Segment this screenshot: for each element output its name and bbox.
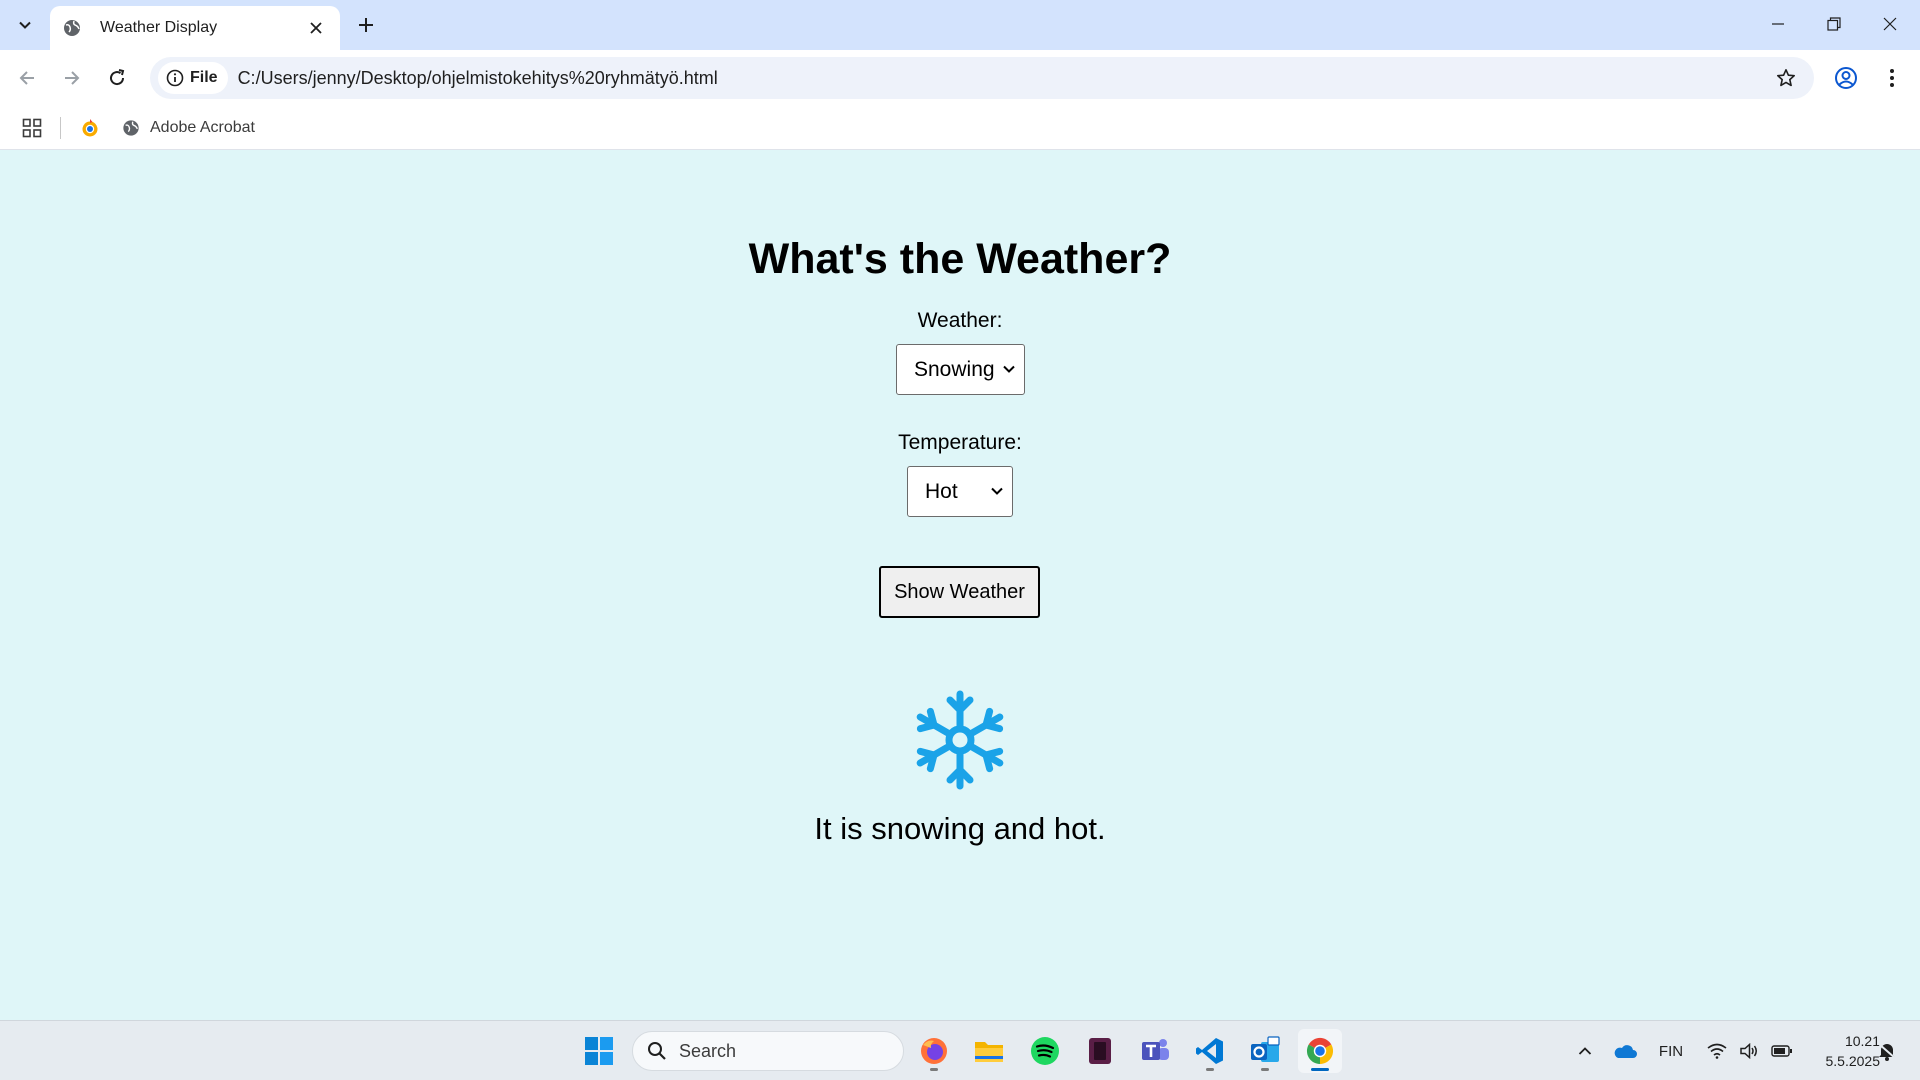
temperature-label: Temperature: — [898, 431, 1022, 454]
chrome-app-icon — [82, 119, 98, 137]
taskbar-vscode[interactable] — [1188, 1029, 1232, 1073]
weather-result-text: It is snowing and hot. — [814, 811, 1106, 846]
reload-button[interactable] — [99, 60, 135, 96]
tab-search-button[interactable] — [8, 8, 42, 42]
more-vertical-icon — [1890, 69, 1894, 87]
spotify-icon — [1031, 1037, 1059, 1065]
taskbar-spotify[interactable] — [1023, 1029, 1067, 1073]
close-tab-icon[interactable] — [304, 16, 328, 40]
app-icon — [1089, 1038, 1111, 1064]
running-indicator — [1261, 1068, 1269, 1071]
site-info-chip[interactable]: File — [158, 62, 228, 94]
bookmark-label: Adobe Acrobat — [150, 119, 255, 136]
bookmarks-divider — [60, 117, 61, 139]
language-indicator[interactable]: FIN — [1655, 1021, 1687, 1080]
forward-button[interactable] — [54, 60, 90, 96]
chevron-down-icon — [1003, 365, 1015, 373]
plus-icon — [359, 18, 373, 32]
windows-taskbar: Search FIN 10.21 5.5.2025 — [0, 1020, 1920, 1080]
start-button[interactable] — [577, 1029, 621, 1073]
account-icon — [1835, 67, 1857, 89]
weather-label: Weather: — [917, 309, 1003, 332]
bookmark-adobe-acrobat[interactable]: Adobe Acrobat — [116, 113, 261, 143]
bookmarks-bar: Adobe Acrobat — [0, 106, 1920, 150]
wifi-icon — [1707, 1043, 1727, 1059]
tab-strip: Weather Display — [0, 0, 1920, 50]
minimize-button[interactable] — [1750, 0, 1806, 48]
search-icon — [648, 1042, 666, 1060]
show-hidden-icons-button[interactable] — [1570, 1021, 1600, 1080]
star-icon — [1777, 69, 1795, 87]
chevron-up-icon — [1578, 1047, 1592, 1055]
tab-weather-display[interactable]: Weather Display — [50, 6, 340, 50]
url-text[interactable]: C:/Users/jenny/Desktop/ohjelmistokehitys… — [238, 68, 1768, 89]
vscode-icon — [1196, 1038, 1223, 1064]
new-tab-button[interactable] — [350, 9, 382, 41]
taskbar-outlook[interactable] — [1243, 1029, 1287, 1073]
quick-settings-button[interactable] — [1700, 1021, 1800, 1080]
running-indicator — [1206, 1068, 1214, 1071]
profile-button[interactable] — [1828, 60, 1864, 96]
chevron-down-icon — [19, 21, 31, 29]
show-weather-button[interactable]: Show Weather — [879, 566, 1040, 618]
restore-icon — [1827, 17, 1841, 31]
taskbar-search-box[interactable]: Search — [632, 1031, 904, 1071]
arrow-right-icon — [65, 71, 80, 85]
clock-time: 10.21 — [1844, 1033, 1880, 1049]
bookmark-star-button[interactable] — [1768, 60, 1804, 96]
browser-toolbar: File C:/Users/jenny/Desktop/ohjelmistoke… — [0, 50, 1920, 106]
clock-date: 5.5.2025 — [1825, 1053, 1881, 1069]
page-title: What's the Weather? — [748, 235, 1172, 283]
firefox-icon — [921, 1038, 947, 1064]
site-info-label: File — [190, 69, 218, 86]
chrome-icon — [1306, 1037, 1334, 1065]
globe-icon — [62, 18, 82, 38]
file-explorer-icon — [975, 1042, 1003, 1062]
globe-icon — [123, 120, 139, 136]
bookmark-app-icon-only[interactable] — [76, 115, 104, 141]
taskbar-app[interactable] — [1078, 1029, 1122, 1073]
tab-title: Weather Display — [100, 19, 218, 36]
apps-button[interactable] — [18, 115, 46, 141]
taskbar-firefox[interactable] — [912, 1029, 956, 1073]
reload-icon — [110, 69, 125, 86]
battery-icon — [1771, 1045, 1792, 1057]
start-icon — [585, 1037, 613, 1065]
arrow-left-icon — [19, 71, 34, 85]
teams-icon — [1142, 1039, 1169, 1060]
temperature-select-value: Hot — [925, 479, 958, 503]
notification-bell-icon — [1878, 1043, 1896, 1061]
browser-menu-button[interactable] — [1874, 60, 1910, 96]
page-content: What's the Weather? Weather: Snowing Tem… — [0, 150, 1920, 1020]
close-window-button[interactable] — [1862, 0, 1918, 48]
taskbar-teams[interactable] — [1133, 1029, 1177, 1073]
info-icon — [166, 69, 184, 87]
outlook-icon — [1251, 1036, 1280, 1062]
volume-icon — [1740, 1043, 1757, 1059]
taskbar-chrome[interactable] — [1298, 1029, 1342, 1073]
system-clock[interactable]: 10.21 5.5.2025 — [1800, 1031, 1881, 1071]
address-bar[interactable]: File C:/Users/jenny/Desktop/ohjelmistoke… — [150, 57, 1814, 99]
back-button[interactable] — [9, 60, 45, 96]
chevron-down-icon — [991, 487, 1003, 495]
onedrive-cloud-icon — [1614, 1045, 1637, 1058]
taskbar-file-explorer[interactable] — [967, 1029, 1011, 1073]
running-indicator — [930, 1068, 938, 1071]
weather-select-value: Snowing — [914, 357, 995, 381]
minimize-icon — [1772, 23, 1784, 25]
active-indicator — [1311, 1068, 1329, 1071]
temperature-select[interactable]: Hot — [907, 466, 1013, 517]
apps-grid-icon — [22, 118, 42, 138]
weather-select[interactable]: Snowing — [896, 344, 1025, 395]
restore-button[interactable] — [1806, 0, 1862, 48]
snowflake-icon — [916, 690, 1004, 790]
onedrive-tray-button[interactable] — [1610, 1021, 1640, 1080]
taskbar-search-placeholder: Search — [679, 1040, 737, 1061]
close-icon — [1883, 17, 1897, 31]
notifications-button[interactable] — [1872, 1021, 1902, 1080]
